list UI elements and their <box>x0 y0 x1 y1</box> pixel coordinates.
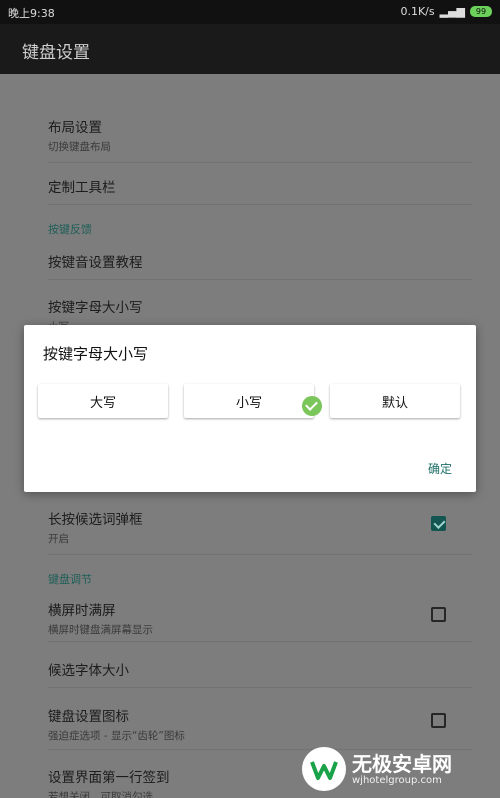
section-feedback: 按键反馈 <box>48 223 92 236</box>
section-adjust: 键盘调节 <box>48 573 92 586</box>
watermark-logo-icon <box>302 747 346 791</box>
page-title: 键盘设置 <box>22 43 90 63</box>
setting-toolbar[interactable]: 定制工具栏 <box>48 176 472 205</box>
confirm-button[interactable]: 确定 <box>428 460 452 477</box>
setting-title: 键盘设置图标 <box>48 709 129 725</box>
app-bar: 键盘设置 <box>0 24 500 74</box>
watermark-url: wjhotelgroup.com <box>352 774 442 786</box>
setting-title: 布局设置 <box>48 120 102 136</box>
setting-subtitle: 横屏时键盘满屏幕显示 <box>48 624 153 636</box>
setting-title: 按键字母大小写 <box>48 300 143 316</box>
option-uppercase[interactable]: 大写 <box>38 384 168 418</box>
selected-check-icon <box>302 396 322 416</box>
status-time: 晚上9:38 <box>8 7 55 20</box>
status-bar: 晚上9:38 0.1K/s ▂▄▆ 99 <box>0 0 500 24</box>
watermark-name: 无极安卓网 <box>352 751 452 776</box>
setting-title: 横屏时满屏 <box>48 603 116 619</box>
gear-icon-checkbox[interactable] <box>431 713 446 728</box>
setting-fullscreen[interactable]: 横屏时满屏 横屏时键盘满屏幕显示 <box>48 599 472 642</box>
setting-subtitle: 切换键盘布局 <box>48 141 111 153</box>
setting-title: 候选字体大小 <box>48 663 129 679</box>
setting-layout[interactable]: 布局设置 切换键盘布局 <box>48 116 472 163</box>
setting-title: 定制工具栏 <box>48 180 116 196</box>
case-dialog: 按键字母大小写 大写 小写 默认 确定 <box>24 325 476 492</box>
longpress-checkbox[interactable] <box>431 516 446 531</box>
setting-longpress[interactable]: 长按候选词弹框 开启 <box>48 508 472 555</box>
network-speed: 0.1K/s <box>400 5 435 18</box>
option-lowercase[interactable]: 小写 <box>184 384 314 418</box>
setting-tutorial[interactable]: 按键音设置教程 <box>48 251 472 280</box>
option-default[interactable]: 默认 <box>330 384 460 418</box>
watermark: 无极安卓网 wjhotelgroup.com <box>302 740 500 798</box>
setting-subtitle: 开启 <box>48 533 69 545</box>
setting-title: 按键音设置教程 <box>48 255 143 271</box>
status-icons: 0.1K/s ▂▄▆ 99 <box>400 5 492 18</box>
setting-font-size[interactable]: 候选字体大小 <box>48 659 472 688</box>
setting-case[interactable]: 按键字母大小写 小写 <box>48 296 472 326</box>
battery-icon: 99 <box>470 6 492 17</box>
fullscreen-checkbox[interactable] <box>431 607 446 622</box>
setting-title: 长按候选词弹框 <box>48 512 143 528</box>
dialog-title: 按键字母大小写 <box>43 345 149 363</box>
signal-icon: ▂▄▆ <box>439 5 465 18</box>
